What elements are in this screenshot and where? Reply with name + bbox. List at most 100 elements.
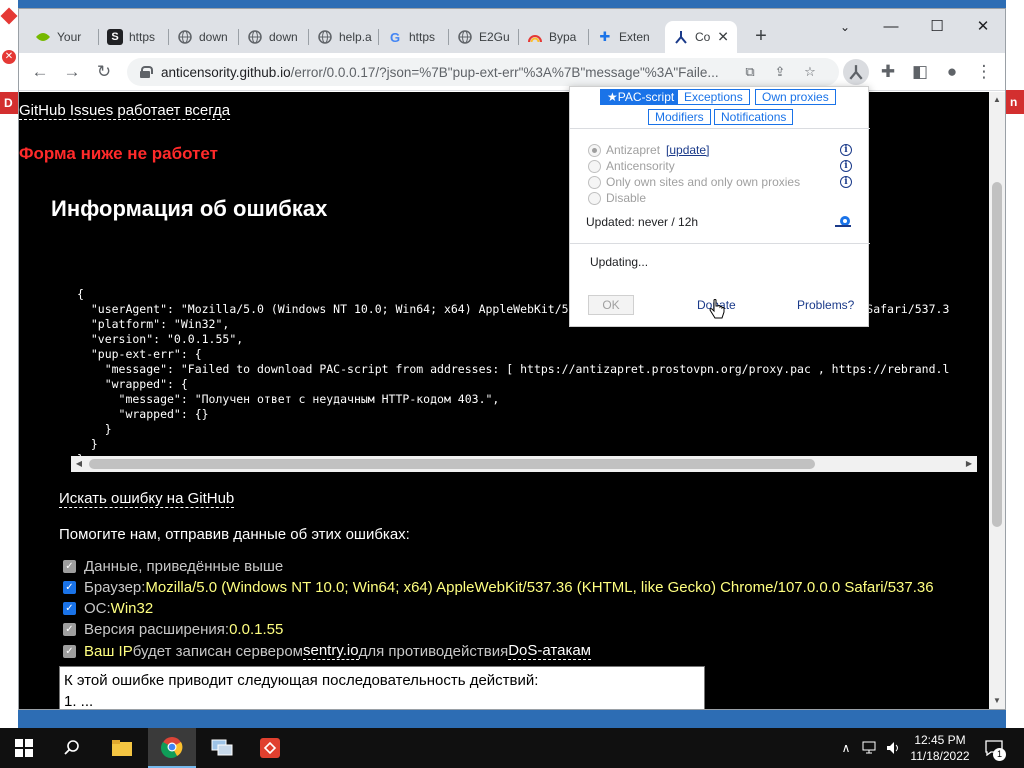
taskbar-clock[interactable]: 12:45 PM 11/18/2022 bbox=[904, 732, 976, 764]
radio-disable[interactable] bbox=[588, 191, 601, 205]
checkbox-ip[interactable]: ✓ bbox=[63, 644, 76, 658]
extensions-puzzle-icon[interactable]: ✚ bbox=[875, 59, 901, 85]
tab-label: https bbox=[409, 30, 436, 44]
ok-button[interactable]: OK bbox=[588, 295, 634, 315]
popup-tab-modifiers[interactable]: Modifiers bbox=[648, 109, 711, 125]
option-own-only[interactable]: Only own sites and only own proxies bbox=[588, 175, 800, 189]
side-panel-icon[interactable]: ◧ bbox=[907, 59, 933, 85]
url-host: anticensority.github.io bbox=[161, 64, 291, 80]
file-explorer-taskbar[interactable] bbox=[98, 728, 146, 768]
github-issues-link[interactable]: GitHub Issues работает всегда bbox=[19, 102, 231, 120]
url-text[interactable]: anticensority.github.io/error/0.0.0.17/?… bbox=[161, 65, 721, 80]
tab-6[interactable]: E2Gu bbox=[449, 23, 519, 51]
puzzle-icon: ✚ bbox=[599, 29, 611, 44]
page-scroll-thumb[interactable] bbox=[992, 182, 1002, 527]
check-ip-label: Ваш IP bbox=[84, 642, 133, 660]
minimize-button[interactable]: — bbox=[871, 15, 911, 39]
scroll-right-arrow-icon[interactable]: ▶ bbox=[961, 456, 977, 472]
back-button[interactable]: ← bbox=[27, 59, 53, 85]
radio-own-only[interactable] bbox=[588, 175, 601, 189]
checkbox-data[interactable]: ✓ bbox=[63, 560, 76, 573]
network-icon[interactable] bbox=[860, 728, 880, 768]
check-os-row[interactable]: ✓ ОС: Win32 bbox=[63, 600, 153, 617]
start-button[interactable] bbox=[0, 728, 48, 768]
option-disable-label: Disable bbox=[606, 191, 647, 205]
tab-9-active[interactable]: Co ✕ bbox=[665, 21, 737, 53]
popup-tab-notifications[interactable]: Notifications bbox=[714, 109, 794, 125]
tab-search-icon[interactable]: ⌄ bbox=[825, 15, 865, 39]
tray-expand-icon[interactable]: ∧ bbox=[838, 728, 854, 768]
popup-tab-pac-script[interactable]: ★PAC-script bbox=[600, 89, 682, 105]
tab-1[interactable]: S https bbox=[99, 23, 169, 51]
translate-icon[interactable]: ⧉ bbox=[741, 63, 759, 81]
update-link[interactable]: [update] bbox=[666, 143, 709, 157]
forward-button[interactable]: → bbox=[59, 59, 85, 85]
tab-4[interactable]: help.a bbox=[309, 23, 379, 51]
bookmark-star-icon[interactable]: ☆ bbox=[801, 63, 819, 81]
scroll-down-arrow-icon[interactable]: ▼ bbox=[989, 693, 1005, 709]
checkbox-browser[interactable]: ✓ bbox=[63, 581, 76, 594]
git-app-taskbar[interactable] bbox=[246, 728, 294, 768]
scroll-left-arrow-icon[interactable]: ◀ bbox=[71, 456, 87, 472]
notification-center-icon[interactable]: 1 bbox=[982, 728, 1006, 768]
tab-7[interactable]: Bypa bbox=[519, 23, 589, 51]
option-antizapret[interactable]: Antizapret [update] bbox=[588, 143, 709, 157]
form-warning: Форма ниже не работет bbox=[19, 144, 218, 163]
steps-textarea[interactable]: К этой ошибке приводит следующая последо… bbox=[59, 666, 705, 709]
code-line: } bbox=[77, 422, 112, 436]
option-anticensority[interactable]: Anticensority bbox=[588, 159, 675, 173]
tab-2[interactable]: down bbox=[169, 23, 239, 51]
profile-avatar-icon[interactable]: ● bbox=[939, 59, 965, 85]
search-github-link[interactable]: Искать ошибку на GitHub bbox=[59, 490, 235, 508]
scroll-up-arrow-icon[interactable]: ▲ bbox=[989, 92, 1005, 108]
code-horizontal-scrollbar[interactable]: ◀ ▶ bbox=[71, 456, 977, 472]
check-ip-end: для противодействия bbox=[358, 642, 509, 660]
check-ip-row[interactable]: ✓ Ваш IP будет записан сервером sentry.i… bbox=[63, 642, 591, 660]
close-window-button[interactable]: ✕ bbox=[963, 15, 1003, 39]
network-app-taskbar[interactable] bbox=[198, 728, 246, 768]
network-computer-icon bbox=[211, 739, 233, 756]
close-tab-icon[interactable]: ✕ bbox=[717, 29, 729, 46]
radio-antizapret[interactable] bbox=[588, 143, 601, 157]
chrome-taskbar[interactable] bbox=[148, 728, 196, 768]
google-icon: G bbox=[389, 29, 401, 45]
snail-icon bbox=[835, 216, 851, 227]
scroll-thumb[interactable] bbox=[89, 459, 815, 469]
info-icon-antizapret[interactable]: i bbox=[840, 144, 852, 156]
share-icon[interactable]: ⇪ bbox=[771, 63, 789, 81]
runcensor-extension-icon[interactable] bbox=[843, 59, 869, 85]
sentry-link[interactable]: sentry.io bbox=[302, 642, 359, 660]
tab-8[interactable]: ✚ Exten bbox=[589, 23, 661, 51]
info-icon-own-only[interactable]: i bbox=[840, 176, 852, 188]
dos-link[interactable]: DoS-атакам bbox=[508, 642, 591, 660]
search-taskbar-button[interactable] bbox=[48, 728, 96, 768]
address-bar[interactable]: anticensority.github.io/error/0.0.0.17/?… bbox=[127, 58, 839, 86]
radio-anticensority[interactable] bbox=[588, 159, 601, 173]
git-icon bbox=[260, 738, 280, 758]
maximize-button[interactable]: ☐ bbox=[917, 15, 957, 39]
checkbox-version[interactable]: ✓ bbox=[63, 623, 76, 636]
check-data-row[interactable]: ✓ Данные, приведённые выше bbox=[63, 558, 283, 575]
check-browser-row[interactable]: ✓ Браузер: Mozilla/5.0 (Windows NT 10.0;… bbox=[63, 579, 934, 596]
reload-button[interactable]: ↻ bbox=[91, 59, 117, 85]
code-line: "wrapped": { bbox=[77, 377, 188, 391]
code-line: "pup-ext-err": { bbox=[77, 347, 202, 361]
tab-5[interactable]: G https bbox=[379, 23, 449, 51]
check-version-row[interactable]: ✓ Версия расширения: 0.0.1.55 bbox=[63, 621, 283, 638]
tab-0[interactable]: Your bbox=[27, 23, 99, 51]
s-icon: S bbox=[107, 29, 123, 45]
new-tab-button[interactable]: + bbox=[749, 25, 773, 49]
popup-tab-own-proxies[interactable]: Own proxies bbox=[755, 89, 836, 105]
check-version-label: Версия расширения: bbox=[84, 621, 230, 638]
problems-link[interactable]: Problems? bbox=[797, 298, 854, 312]
info-icon-anticensority[interactable]: i bbox=[840, 160, 852, 172]
tab-3[interactable]: down bbox=[239, 23, 309, 51]
option-disable[interactable]: Disable bbox=[588, 191, 646, 205]
menu-kebab-icon[interactable]: ⋮ bbox=[971, 59, 997, 85]
code-line: "wrapped": {} bbox=[77, 407, 209, 421]
windows-logo-icon bbox=[15, 739, 33, 757]
page-vertical-scrollbar[interactable]: ▲ ▼ bbox=[989, 92, 1005, 709]
checkbox-os[interactable]: ✓ bbox=[63, 602, 76, 615]
volume-icon[interactable] bbox=[884, 728, 904, 768]
popup-tab-exceptions[interactable]: Exceptions bbox=[677, 89, 750, 105]
